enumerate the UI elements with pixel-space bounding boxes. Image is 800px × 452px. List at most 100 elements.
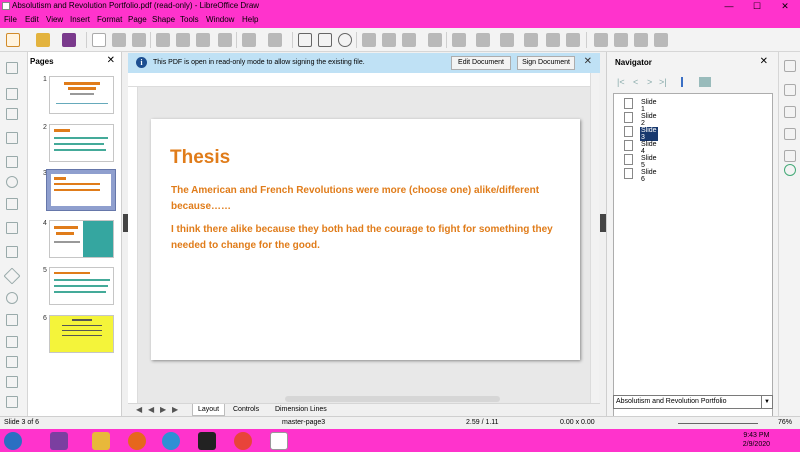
page-thumbnail-6[interactable] xyxy=(49,315,114,353)
grid-icon[interactable] xyxy=(298,33,312,47)
show-draw-functions-icon[interactable] xyxy=(654,33,668,47)
callouts-icon[interactable] xyxy=(6,356,18,368)
menu-view[interactable]: View xyxy=(46,15,63,24)
glue-points-icon[interactable] xyxy=(614,33,628,47)
navigator-previous-icon[interactable]: < xyxy=(633,77,638,87)
libreoffice-draw-icon[interactable] xyxy=(270,432,288,450)
rectangle-icon[interactable] xyxy=(6,156,18,168)
maximize-button[interactable]: ☐ xyxy=(744,0,770,12)
page-thumbnail-2[interactable] xyxy=(49,124,114,162)
close-window-button[interactable]: ✕ xyxy=(772,0,798,12)
edit-document-button[interactable]: Edit Document xyxy=(451,56,511,70)
navigator-first-icon[interactable]: |< xyxy=(617,77,625,87)
cut-icon[interactable] xyxy=(156,33,170,47)
menu-tools[interactable]: Tools xyxy=(180,15,199,24)
export-icon[interactable] xyxy=(92,33,106,47)
new-icon[interactable] xyxy=(6,33,20,47)
basic-shapes-icon[interactable] xyxy=(3,267,21,285)
points-icon[interactable] xyxy=(594,33,608,47)
previous-tab-icon[interactable]: ◀ xyxy=(148,405,154,414)
export-pdf-icon[interactable] xyxy=(112,33,126,47)
page-thumbnail-5[interactable] xyxy=(49,267,114,305)
redo-icon[interactable] xyxy=(268,33,282,47)
distribute-icon[interactable] xyxy=(524,33,538,47)
fontwork-icon[interactable] xyxy=(428,33,442,47)
infobar-close-icon[interactable]: ✕ xyxy=(584,56,592,67)
helplines-icon[interactable] xyxy=(318,33,332,47)
transformations-icon[interactable] xyxy=(452,33,466,47)
navigator-next-icon[interactable]: > xyxy=(647,77,652,87)
slide-paragraph-1[interactable]: The American and French Revolutions were… xyxy=(171,183,551,215)
last-tab-icon[interactable]: ▶ xyxy=(172,405,178,414)
crop-icon[interactable] xyxy=(566,33,580,47)
minimize-button[interactable]: — xyxy=(716,0,742,12)
stars-icon[interactable] xyxy=(6,376,18,388)
special-character-icon[interactable] xyxy=(402,33,416,47)
copy-icon[interactable] xyxy=(176,33,190,47)
flowchart-icon[interactable] xyxy=(6,336,18,348)
inkscape-icon[interactable] xyxy=(198,432,216,450)
3d-objects-icon[interactable] xyxy=(6,396,18,408)
navigator-tree[interactable]: Slide 1 Slide 2 Slide 3 Slide 4 Slide 5 … xyxy=(613,93,773,442)
curve-icon[interactable] xyxy=(6,246,18,258)
start-icon[interactable] xyxy=(4,432,22,450)
menu-file[interactable]: File xyxy=(4,15,17,24)
drag-mode-icon[interactable] xyxy=(681,77,691,87)
undo-icon[interactable] xyxy=(242,33,256,47)
block-arrows-icon[interactable] xyxy=(6,314,18,326)
text-box-icon[interactable] xyxy=(382,33,396,47)
menu-help[interactable]: Help xyxy=(242,15,258,24)
navigator-icon[interactable] xyxy=(784,164,796,176)
paste-icon[interactable] xyxy=(196,33,210,47)
zoom-pan-icon[interactable] xyxy=(6,88,18,100)
line-icon[interactable] xyxy=(6,198,18,210)
print-icon[interactable] xyxy=(132,33,146,47)
slide-paragraph-2[interactable]: I think there alike because they both ha… xyxy=(171,222,561,254)
menu-page[interactable]: Page xyxy=(128,15,147,24)
file-explorer-icon[interactable] xyxy=(92,432,110,450)
shadow-icon[interactable] xyxy=(546,33,560,47)
tab-dimension-lines[interactable]: Dimension Lines xyxy=(270,404,332,416)
sidebar-menu-icon[interactable] xyxy=(784,60,796,72)
navigator-close-icon[interactable]: ✕ xyxy=(760,56,768,67)
menu-insert[interactable]: Insert xyxy=(70,15,90,24)
properties-icon[interactable] xyxy=(784,84,796,96)
open-folder-icon[interactable] xyxy=(36,33,50,47)
menu-edit[interactable]: Edit xyxy=(25,15,39,24)
menu-window[interactable]: Window xyxy=(206,15,234,24)
ellipse-icon[interactable] xyxy=(6,176,18,188)
page-thumbnail-4[interactable] xyxy=(49,220,114,258)
shapes-icon[interactable] xyxy=(784,150,796,162)
line-color-icon[interactable] xyxy=(6,132,18,144)
tab-layout[interactable]: Layout xyxy=(192,404,226,416)
navigator-last-icon[interactable]: >| xyxy=(659,77,667,87)
page-thumbnail-1[interactable] xyxy=(49,76,114,114)
connector-icon[interactable] xyxy=(6,222,18,234)
image-icon[interactable] xyxy=(362,33,376,47)
sign-document-button[interactable]: Sign Document xyxy=(517,56,575,70)
pages-pane-close-icon[interactable]: ✕ xyxy=(107,55,115,66)
chrome-icon[interactable] xyxy=(162,432,180,450)
firefox-icon[interactable] xyxy=(128,432,146,450)
slide[interactable]: Thesis The American and French Revolutio… xyxy=(151,119,580,360)
document-select[interactable]: Absolutism and Revolution Portfolio ▼ xyxy=(613,395,773,409)
zoom-level[interactable]: 76% xyxy=(778,419,792,426)
align-icon[interactable] xyxy=(476,33,490,47)
page-thumbnail-3[interactable] xyxy=(46,169,116,211)
chrome-icon[interactable] xyxy=(234,432,252,450)
select-icon[interactable] xyxy=(6,62,18,74)
tab-controls[interactable]: Controls xyxy=(228,404,264,416)
menu-shape[interactable]: Shape xyxy=(152,15,175,24)
arrange-icon[interactable] xyxy=(500,33,514,47)
horizontal-scrollbar[interactable] xyxy=(285,396,500,402)
symbol-shapes-icon[interactable] xyxy=(6,292,18,304)
zoom-slider[interactable] xyxy=(678,423,758,424)
media-player-icon[interactable] xyxy=(50,432,68,450)
first-tab-icon[interactable]: ◀ xyxy=(136,405,142,414)
clone-formatting-icon[interactable] xyxy=(218,33,232,47)
gallery-icon[interactable] xyxy=(784,128,796,140)
toggle-extrusion-icon[interactable] xyxy=(634,33,648,47)
text-icon[interactable] xyxy=(6,108,18,120)
next-tab-icon[interactable]: ▶ xyxy=(160,405,166,414)
zoom-icon[interactable] xyxy=(338,33,352,47)
